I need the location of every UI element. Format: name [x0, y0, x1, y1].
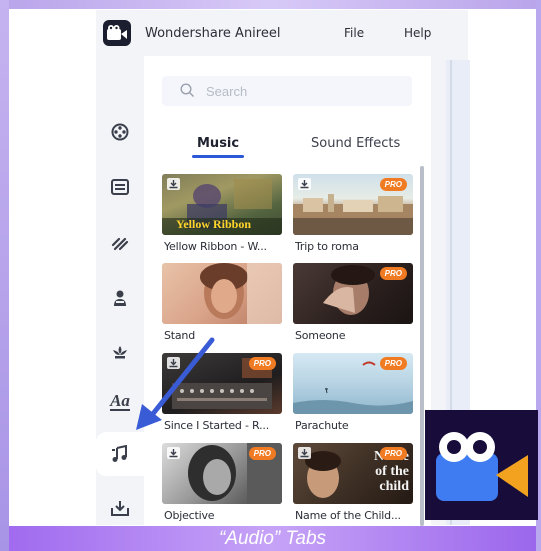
prop-icon — [113, 346, 127, 359]
template-icon — [111, 179, 129, 195]
download-icon — [169, 180, 178, 189]
download-icon — [169, 449, 178, 458]
rail-item-templates[interactable] — [104, 171, 136, 203]
music-item-parachute[interactable]: PRO Parachute — [293, 353, 413, 435]
rail-item-import[interactable] — [104, 492, 136, 524]
scrollbar-thumb[interactable] — [420, 166, 424, 526]
tab-sound-effects[interactable]: Sound Effects — [311, 136, 400, 151]
music-item-title: Trip to roma — [295, 240, 359, 253]
menu-help[interactable]: Help — [404, 26, 431, 40]
music-item-title: Parachute — [295, 419, 349, 432]
scene-icon — [111, 237, 129, 251]
rail-item-media[interactable] — [104, 116, 136, 148]
tab-music[interactable]: Music — [197, 136, 239, 151]
video-frame-top — [0, 0, 541, 9]
text-icon: Aa — [110, 391, 130, 411]
search-input[interactable] — [206, 81, 396, 101]
rail-item-characters[interactable] — [104, 282, 136, 314]
app-title: Wondershare Anireel — [145, 26, 281, 41]
search-box[interactable] — [162, 76, 412, 106]
music-thumbnail: Yellow Ribbon — [162, 174, 282, 235]
search-icon — [180, 83, 194, 97]
music-note-icon — [112, 445, 127, 462]
music-thumbnail — [162, 263, 282, 324]
pro-badge: PRO — [379, 357, 407, 370]
brand-logo-overlay — [425, 410, 538, 520]
camera-logo-icon — [436, 432, 528, 501]
music-thumbnail: PRO — [293, 263, 413, 324]
download-badge[interactable] — [167, 447, 180, 459]
annotation-arrow — [136, 337, 215, 430]
pro-badge: PRO — [379, 178, 407, 191]
caption-bar: “Audio” Tabs — [9, 526, 536, 551]
video-frame-left — [0, 0, 9, 551]
active-tab-indicator — [192, 155, 244, 158]
pro-badge: PRO — [379, 267, 407, 280]
music-item-title: Objective — [164, 509, 215, 522]
thumbnail-image — [200, 263, 282, 324]
film-reel-icon — [111, 123, 129, 141]
title-bar: Wondershare Anireel File Help — [96, 14, 468, 54]
camera-icon — [107, 25, 127, 40]
caption-text: “Audio” Tabs — [218, 528, 327, 549]
app-logo — [103, 20, 131, 46]
download-icon — [300, 449, 309, 458]
music-thumbnail: PRO — [162, 443, 282, 504]
music-item-someone[interactable]: PRO Someone — [293, 263, 413, 345]
download-badge[interactable] — [167, 178, 180, 190]
music-item-objective[interactable]: PRO Objective — [162, 443, 282, 525]
music-item-title: Someone — [295, 329, 346, 342]
character-icon — [114, 290, 126, 306]
import-icon — [111, 500, 129, 516]
thumbnail-overlay-text: Yellow Ribbon — [176, 217, 252, 231]
pro-badge: PRO — [379, 447, 407, 460]
music-item-trip-to-roma[interactable]: PRO Trip to roma — [293, 174, 413, 256]
music-item-yellow-ribbon[interactable]: Yellow Ribbon Yellow Ribbon - W... — [162, 174, 282, 256]
music-item-title: Name of the Child... — [295, 509, 401, 522]
rail-item-scenes[interactable] — [104, 227, 136, 259]
download-icon — [300, 180, 309, 189]
audio-panel: Music Sound Effects Yellow Ribbon Yellow… — [144, 56, 431, 526]
left-rail: Aa — [96, 56, 144, 525]
music-thumbnail: PRO — [293, 174, 413, 235]
rail-item-audio[interactable] — [96, 432, 144, 476]
pro-badge: PRO — [248, 357, 276, 370]
menu-file[interactable]: File — [344, 26, 364, 40]
music-item-title: Yellow Ribbon - W... — [164, 240, 267, 253]
music-thumbnail: PRO — [293, 353, 413, 414]
pro-badge: PRO — [248, 447, 276, 460]
music-item-name-of-the-child[interactable]: Name of the child PRO Name of the Child.… — [293, 443, 413, 525]
download-badge[interactable] — [298, 178, 311, 190]
music-thumbnail: Name of the child PRO — [293, 443, 413, 504]
download-badge[interactable] — [298, 447, 311, 459]
